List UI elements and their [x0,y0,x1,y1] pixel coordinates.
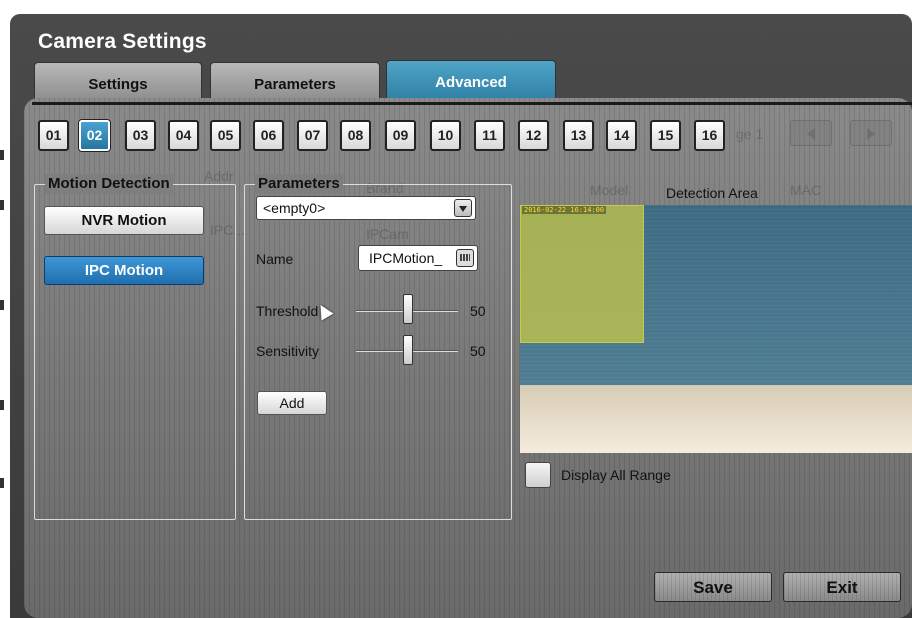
detection-region[interactable] [520,205,644,343]
channel-01[interactable]: 01 [38,120,69,151]
ghost-col-addr: Addr [204,168,234,184]
tab-divider [32,102,912,105]
camera-timestamp: 2016-02-22 16:14:00 [522,206,607,214]
exit-button[interactable]: Exit [783,572,901,602]
edge-tick [0,150,4,160]
threshold-value: 50 [470,303,486,319]
ghost-page: ge 1 [736,126,764,142]
ghost-prev-icon [790,120,832,146]
detection-area-preview[interactable]: 2016-02-22 16:14:00 [520,205,912,453]
channel-14[interactable]: 14 [606,120,637,151]
dropdown-arrow-icon[interactable] [454,199,472,217]
save-button[interactable]: Save [654,572,772,602]
left-edge [0,0,10,618]
sensitivity-slider-thumb[interactable] [403,335,413,365]
channel-11[interactable]: 11 [474,120,505,151]
channel-09[interactable]: 09 [385,120,416,151]
detection-area-label: Detection Area [666,185,758,201]
ghost-next-icon [850,120,892,146]
channel-12[interactable]: 12 [518,120,549,151]
keyboard-icon[interactable] [456,249,474,267]
sensitivity-value: 50 [470,343,486,359]
tab-settings[interactable]: Settings [34,62,202,102]
threshold-label: Threshold [256,303,319,319]
name-label: Name [256,251,294,267]
ipc-motion-button[interactable]: IPC Motion [44,256,204,285]
edge-tick [0,400,4,410]
camera-view-floor [520,385,912,453]
channel-13[interactable]: 13 [563,120,594,151]
channel-03[interactable]: 03 [125,120,156,151]
window-title: Camera Settings [38,30,207,53]
channel-07[interactable]: 07 [297,120,328,151]
edge-tick [0,478,4,488]
profile-select[interactable]: <empty0> [256,196,476,220]
channel-04[interactable]: 04 [168,120,199,151]
ghost-col-model: Model [590,182,629,198]
add-button[interactable]: Add [257,391,327,415]
channel-15[interactable]: 15 [650,120,681,151]
tab-advanced[interactable]: Advanced [386,60,556,102]
edge-tick [0,300,4,310]
display-all-range-label: Display All Range [561,467,671,483]
threshold-slider-thumb[interactable] [403,294,413,324]
name-field-value: IPCMotion_ [369,250,443,266]
ghost-col-mac: MAC [790,182,822,198]
channel-02[interactable]: 02 [79,120,110,151]
profile-select-value: <empty0> [263,200,326,216]
tab-parameters[interactable]: Parameters [210,62,380,102]
edge-tick [0,200,4,210]
channel-05[interactable]: 05 [210,120,241,151]
parameters-legend: Parameters [255,174,343,194]
sensitivity-label: Sensitivity [256,343,320,359]
nvr-motion-button[interactable]: NVR Motion [44,206,204,235]
channel-16[interactable]: 16 [694,120,725,151]
channel-08[interactable]: 08 [340,120,371,151]
display-all-range-checkbox[interactable] [525,462,551,488]
channel-10[interactable]: 10 [430,120,461,151]
channel-06[interactable]: 06 [253,120,284,151]
motion-detection-legend: Motion Detection [45,174,173,194]
name-field[interactable]: IPCMotion_ [358,245,478,271]
